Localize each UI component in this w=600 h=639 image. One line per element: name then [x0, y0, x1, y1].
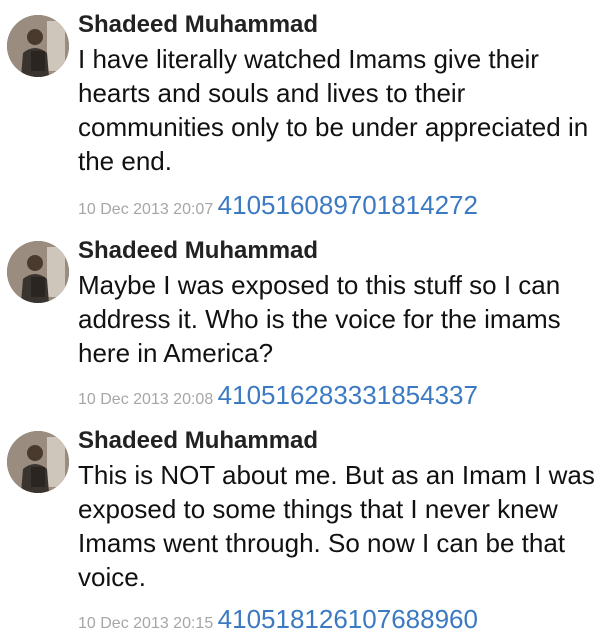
tweet-text: This is NOT about me. But as an Imam I w…: [78, 460, 595, 592]
tweet-id-link[interactable]: 410518126107688960: [218, 604, 478, 634]
tweet-id-link[interactable]: 410516283331854337: [218, 380, 478, 410]
tweet-text: I have literally watched Imams give thei…: [78, 44, 589, 176]
profile-photo-icon: [7, 431, 69, 493]
author-name[interactable]: Shadeed Muhammad: [78, 426, 318, 456]
author-name[interactable]: Shadeed Muhammad: [78, 236, 318, 266]
avatar[interactable]: [7, 431, 69, 493]
tweet-item: Shadeed Muhammad This is NOT about me. B…: [0, 416, 600, 639]
tweet-feed: Shadeed Muhammad I have literally watche…: [0, 0, 600, 639]
avatar[interactable]: [7, 241, 69, 303]
tweet-meta: 10 Dec 2013 20:15 410518126107688960: [78, 604, 478, 635]
tweet-id-link[interactable]: 410516089701814272: [218, 190, 478, 220]
avatar[interactable]: [7, 15, 69, 77]
tweet-date: 10 Dec 2013 20:08: [78, 391, 214, 408]
tweet-date: 10 Dec 2013 20:07: [78, 201, 214, 218]
author-name[interactable]: Shadeed Muhammad: [78, 10, 318, 40]
tweet-item: Shadeed Muhammad Maybe I was exposed to …: [0, 226, 600, 412]
tweet-item: Shadeed Muhammad I have literally watche…: [0, 0, 600, 222]
profile-photo-icon: [7, 15, 69, 77]
profile-photo-icon: [7, 241, 69, 303]
tweet-date: 10 Dec 2013 20:15: [78, 615, 214, 632]
tweet-meta: 10 Dec 2013 20:08 410516283331854337: [78, 380, 478, 411]
tweet-meta: 10 Dec 2013 20:07 410516089701814272: [78, 190, 478, 221]
tweet-text: Maybe I was exposed to this stuff so I c…: [78, 270, 561, 368]
